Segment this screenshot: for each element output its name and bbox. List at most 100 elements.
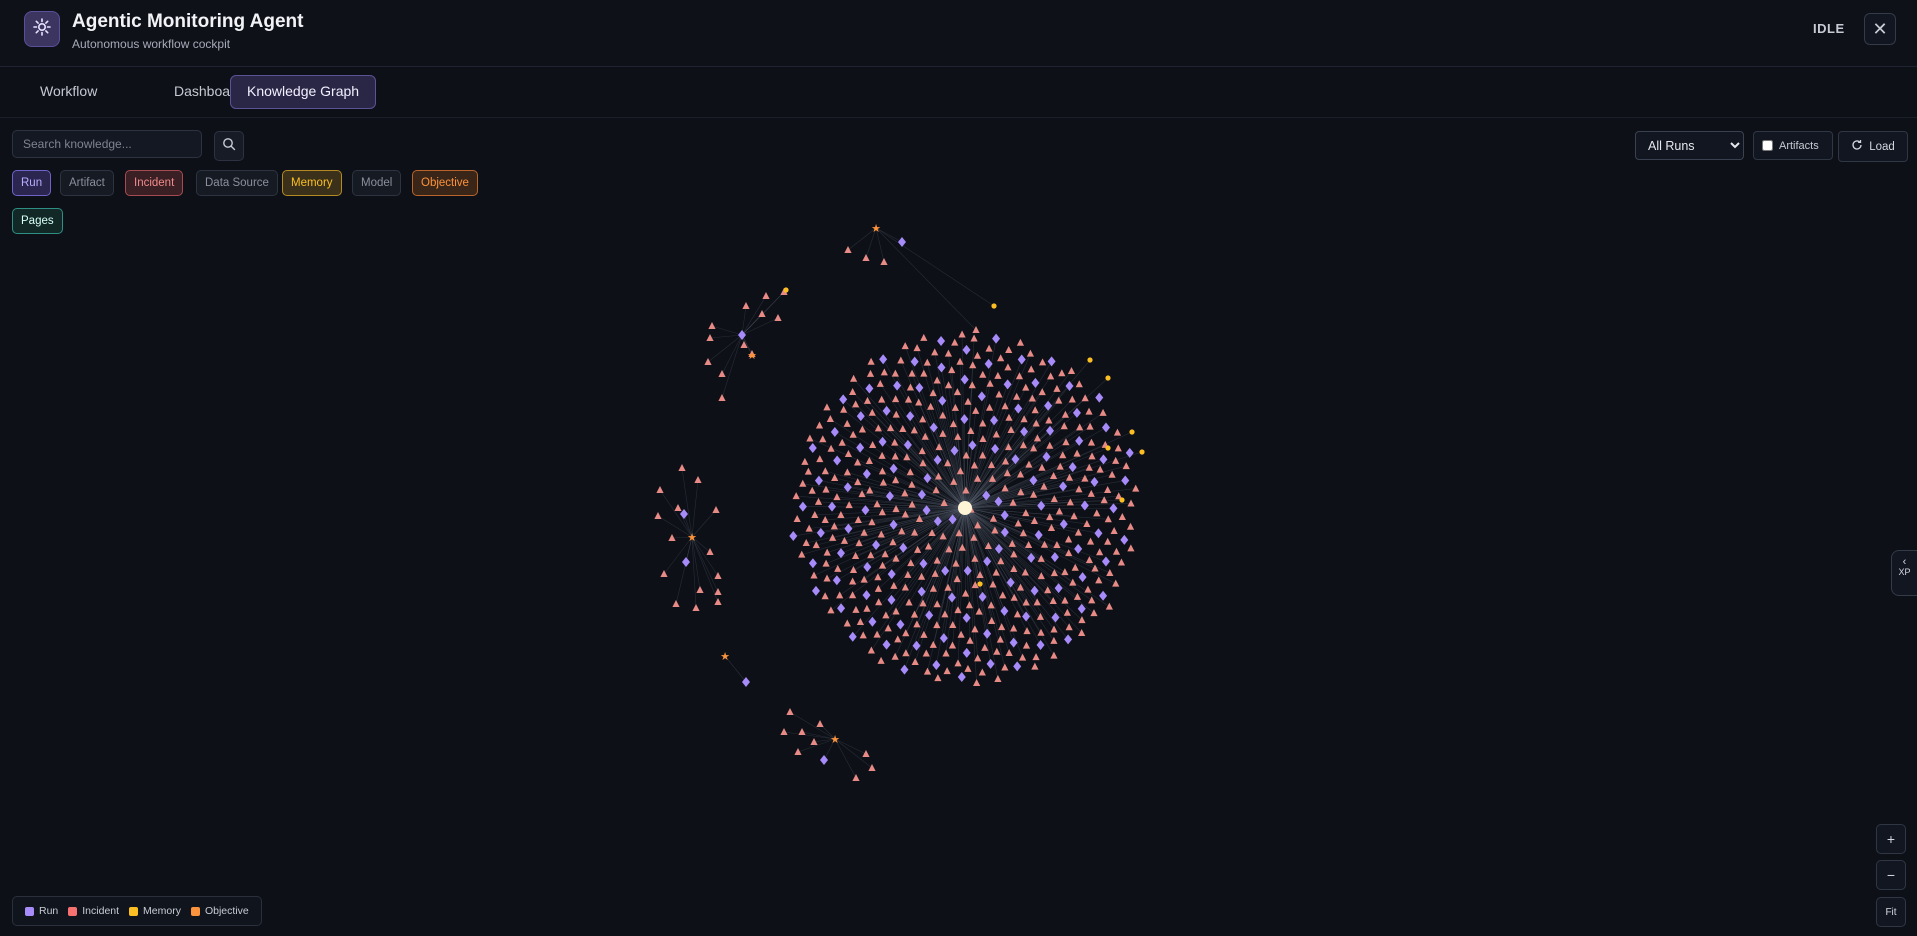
graph-edge [852,507,966,637]
incident-node [920,333,928,341]
incident-node [1075,380,1083,388]
incident-node [868,764,876,771]
incident-node [1062,438,1070,446]
incident-node [1031,406,1039,414]
run-node [861,505,870,516]
incident-node [1106,568,1114,576]
incident-node [878,451,886,459]
filter-chip-model[interactable]: Model [352,170,402,196]
run-node [1121,475,1130,486]
incident-node [951,403,959,411]
zoom-in-button[interactable]: + [1876,824,1906,854]
status-badge: IDLE [1813,21,1845,36]
artifacts-checkbox[interactable] [1762,140,1773,151]
incident-node [995,390,1003,398]
run-node [1099,590,1108,601]
incident-node [821,592,829,600]
filter-chip-incident[interactable]: Incident [125,170,184,196]
legend-label: Run [39,905,59,917]
load-button[interactable]: Load [1838,131,1908,162]
incident-node [804,467,812,475]
filter-chip-objective[interactable]: Objective [412,170,478,196]
knowledge-graph-canvas[interactable]: ★ ★ ★ ★ ★ [0,0,1917,936]
run-node [882,639,891,650]
incident-node [718,370,726,377]
close-button[interactable]: ✕ [1864,13,1896,45]
run-node [1031,377,1040,388]
incident-node [901,342,909,350]
incident-node [786,708,794,715]
graph-edge [691,536,697,609]
incident-node [1108,470,1116,478]
app-logo [24,11,60,47]
incident-node [1117,558,1126,566]
run-node [1046,425,1055,436]
run-node [844,523,853,534]
run-node [1000,606,1009,617]
filter-chip-pages[interactable]: Pages [12,208,63,234]
incident-node [1005,345,1013,353]
graph-edge [709,334,743,339]
incident-node [742,302,750,309]
incident-node [891,438,899,446]
legend-label: Incident [82,905,120,917]
run-node [1095,392,1104,403]
xp-panel-toggle[interactable]: ‹ XP [1891,550,1917,596]
run-node [1051,612,1060,623]
incident-node [972,406,980,414]
incident-node [1037,572,1045,580]
incident-node [692,604,700,611]
tab-workflow[interactable]: Workflow [24,75,113,107]
run-node [992,333,1001,344]
incident-node [718,394,726,401]
run-node [830,426,839,437]
incident-node [1001,484,1009,492]
incident-node [1022,383,1030,391]
incident-node [973,351,982,359]
incident-node [1096,465,1104,473]
incident-node [1027,365,1035,373]
incident-node [964,664,972,672]
incident-node [939,429,947,437]
incident-node [1038,463,1046,471]
run-node [1109,503,1118,514]
incident-node [962,451,970,459]
graph-edge [741,305,747,336]
search-button[interactable] [214,131,244,161]
incident-node [891,369,899,377]
search-input[interactable] [12,130,202,158]
incident-node [853,458,862,466]
filter-chip-data-source[interactable]: Data Source [196,170,278,196]
zoom-out-button[interactable]: − [1876,860,1906,890]
incident-node [822,559,830,567]
legend-item-incident: Incident [68,905,119,917]
artifacts-toggle[interactable]: Artifacts [1753,131,1833,160]
incident-node [954,659,962,667]
incident-node [892,395,900,403]
incident-node [913,344,921,352]
run-node [896,619,905,630]
incident-node [1126,522,1135,530]
tab-knowledge-graph[interactable]: Knowledge Graph [230,75,377,109]
graph-nodes: ★ ★ ★ ★ ★ [654,222,1145,781]
run-node [808,442,817,453]
incident-node [897,356,905,364]
graph-edge [830,418,966,509]
filter-chip-memory[interactable]: Memory [282,170,342,196]
incident-node [1050,636,1058,644]
incident-node [933,621,941,629]
incident-node [826,414,834,422]
fit-button[interactable]: Fit [1876,897,1906,927]
filter-chip-artifact[interactable]: Artifact [60,170,114,196]
run-select[interactable]: All Runs [1635,131,1744,160]
incident-node [1005,413,1013,421]
incident-node [1063,608,1071,616]
run-node [878,436,887,447]
incident-node [894,635,902,643]
incident-node [1038,388,1046,396]
incident-node [862,750,870,757]
incident-node [811,510,819,518]
filter-chip-run[interactable]: Run [12,170,52,196]
incident-node [844,246,852,253]
incident-node [714,572,722,579]
